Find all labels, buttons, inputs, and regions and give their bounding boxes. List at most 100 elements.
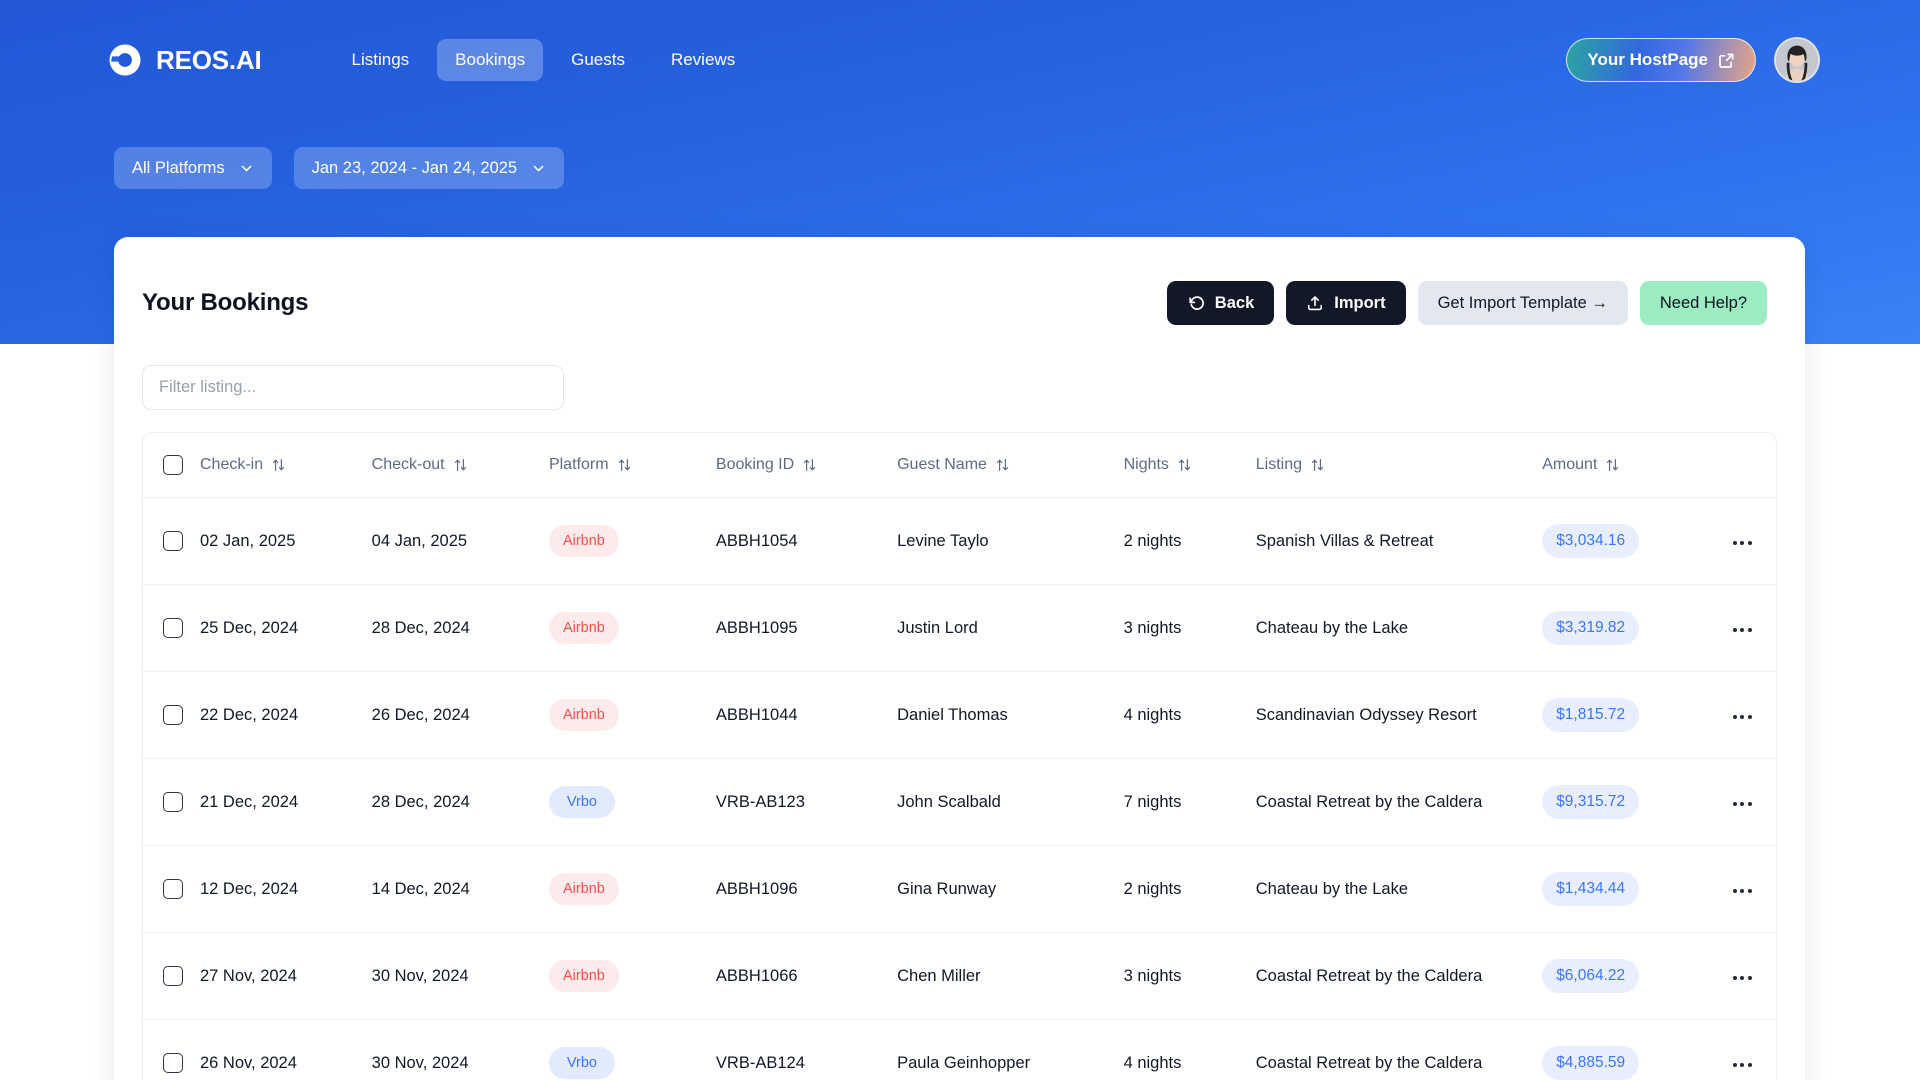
row-more-options-icon[interactable] bbox=[1727, 883, 1758, 899]
th-check-out[interactable]: Check-out bbox=[371, 433, 549, 498]
row-checkbox[interactable] bbox=[163, 618, 183, 638]
import-button-label: Import bbox=[1334, 293, 1386, 312]
th-row-actions bbox=[1708, 433, 1776, 498]
import-button[interactable]: Import bbox=[1286, 281, 1406, 325]
platform-badge: Airbnb bbox=[548, 873, 619, 905]
td-nights: 2 nights bbox=[1123, 846, 1256, 933]
table-body: 02 Jan, 2025 04 Jan, 2025 Airbnb ABBH1054 Le… bbox=[143, 498, 1776, 1080]
td-booking-id: ABBH1095 bbox=[715, 585, 898, 672]
td-amount: $6,064.22 bbox=[1542, 933, 1709, 1020]
td-platform: Airbnb bbox=[548, 846, 716, 933]
td-listing: Coastal Retreat by the Caldera bbox=[1255, 933, 1543, 1020]
back-button[interactable]: Back bbox=[1166, 281, 1275, 325]
td-platform: Vrbo bbox=[548, 759, 716, 846]
row-more-options-icon[interactable] bbox=[1727, 1057, 1758, 1073]
row-more-options-icon[interactable] bbox=[1727, 970, 1758, 986]
td-row-actions bbox=[1708, 672, 1776, 759]
date-range-filter-dropdown[interactable]: Jan 23, 2024 - Jan 24, 2025 bbox=[293, 147, 565, 189]
platform-filter-dropdown[interactable]: All Platforms bbox=[114, 147, 272, 189]
th-platform-label: Platform bbox=[548, 456, 609, 473]
reos-ring-logo-icon bbox=[108, 43, 142, 77]
brand-logo[interactable]: REOS.AI bbox=[108, 43, 262, 77]
td-row-select bbox=[143, 1020, 200, 1080]
platform-badge: Airbnb bbox=[548, 699, 619, 731]
nav-item-bookings[interactable]: Bookings bbox=[437, 39, 544, 81]
th-nights[interactable]: Nights bbox=[1123, 433, 1256, 498]
user-avatar[interactable] bbox=[1774, 37, 1820, 83]
app-root: REOS.AI Listings Bookings Guests Reviews… bbox=[0, 0, 1920, 1080]
th-booking-id[interactable]: Booking ID bbox=[715, 433, 898, 498]
date-range-filter-label: Jan 23, 2024 - Jan 24, 2025 bbox=[311, 158, 518, 177]
nav-item-reviews[interactable]: Reviews bbox=[653, 39, 753, 81]
td-check-out: 30 Nov, 2024 bbox=[372, 1020, 549, 1080]
row-checkbox[interactable] bbox=[163, 792, 183, 812]
td-check-in: 21 Dec, 2024 bbox=[199, 759, 372, 846]
td-guest-name: Chen Miller bbox=[897, 933, 1124, 1020]
row-more-options-icon[interactable] bbox=[1727, 796, 1758, 812]
td-listing: Coastal Retreat by the Caldera bbox=[1255, 759, 1543, 846]
table-row[interactable]: 25 Dec, 2024 28 Dec, 2024 Airbnb ABBH1095 Ju… bbox=[143, 585, 1776, 672]
table-row[interactable]: 27 Nov, 2024 30 Nov, 2024 Airbnb ABBH1066 Ch… bbox=[143, 933, 1776, 1020]
th-nights-label: Nights bbox=[1123, 456, 1169, 473]
td-listing: Scandinavian Odyssey Resort bbox=[1255, 672, 1543, 759]
th-guest-name[interactable]: Guest Name bbox=[897, 433, 1124, 498]
get-import-template-button[interactable]: Get Import Template → bbox=[1417, 281, 1628, 325]
chevron-down-icon bbox=[531, 161, 546, 176]
amount-chip: $1,434.44 bbox=[1542, 872, 1640, 906]
row-checkbox[interactable] bbox=[163, 966, 183, 986]
td-guest-name: Levine Taylo bbox=[897, 498, 1124, 585]
row-more-options-icon[interactable] bbox=[1727, 535, 1758, 551]
amount-chip: $3,034.16 bbox=[1542, 524, 1640, 558]
row-checkbox[interactable] bbox=[163, 1053, 183, 1073]
platform-badge: Vrbo bbox=[548, 786, 615, 818]
th-check-out-label: Check-out bbox=[371, 456, 445, 473]
platform-badge: Vrbo bbox=[548, 1047, 615, 1079]
table-row[interactable]: 22 Dec, 2024 26 Dec, 2024 Airbnb ABBH1044 Da… bbox=[143, 672, 1776, 759]
td-listing: Spanish Villas & Retreat bbox=[1255, 498, 1543, 585]
hero-filter-bar: All Platforms Jan 23, 2024 - Jan 24, 202… bbox=[114, 147, 565, 189]
td-row-select bbox=[143, 759, 200, 846]
td-amount: $4,885.59 bbox=[1542, 1020, 1708, 1080]
row-more-options-icon[interactable] bbox=[1727, 709, 1758, 725]
platform-badge: Airbnb bbox=[548, 960, 619, 992]
td-check-in: 22 Dec, 2024 bbox=[199, 672, 372, 759]
need-help-button[interactable]: Need Help? bbox=[1639, 281, 1767, 325]
row-checkbox[interactable] bbox=[163, 879, 183, 899]
th-select-all bbox=[143, 433, 200, 498]
th-amount[interactable]: Amount bbox=[1542, 433, 1709, 498]
td-booking-id: VRB-AB124 bbox=[716, 1020, 897, 1080]
th-listing-label: Listing bbox=[1255, 456, 1302, 473]
amount-chip: $4,885.59 bbox=[1542, 1046, 1640, 1080]
th-listing[interactable]: Listing bbox=[1255, 433, 1543, 498]
external-link-icon bbox=[1718, 52, 1735, 69]
th-platform[interactable]: Platform bbox=[548, 433, 716, 498]
table-row[interactable]: 02 Jan, 2025 04 Jan, 2025 Airbnb ABBH1054 Le… bbox=[143, 498, 1776, 585]
table-head: Check-in Check-out Platform Booking ID G… bbox=[143, 433, 1776, 498]
card-header: Your Bookings Back Import Get Import Tem… bbox=[114, 237, 1805, 325]
nav-item-listings[interactable]: Listings bbox=[334, 39, 428, 81]
sort-icon bbox=[803, 458, 816, 472]
filter-listing-input[interactable] bbox=[142, 365, 564, 410]
select-all-checkbox[interactable] bbox=[163, 455, 183, 475]
sort-icon bbox=[996, 458, 1009, 472]
table-header-row: Check-in Check-out Platform Booking ID G… bbox=[143, 433, 1776, 498]
td-check-out: 26 Dec, 2024 bbox=[371, 672, 549, 759]
th-check-in[interactable]: Check-in bbox=[199, 433, 372, 498]
table-row[interactable]: 21 Dec, 2024 28 Dec, 2024 Vrbo VRB-AB123 Joh… bbox=[143, 759, 1776, 846]
nav-item-guests[interactable]: Guests bbox=[553, 39, 643, 81]
row-checkbox[interactable] bbox=[163, 531, 183, 551]
row-checkbox[interactable] bbox=[163, 705, 183, 725]
table-row[interactable]: 12 Dec, 2024 14 Dec, 2024 Airbnb ABBH1096 Gi… bbox=[143, 846, 1776, 933]
td-nights: 7 nights bbox=[1123, 759, 1256, 846]
td-nights: 3 nights bbox=[1123, 585, 1256, 672]
td-check-out: 14 Dec, 2024 bbox=[371, 846, 549, 933]
row-more-options-icon[interactable] bbox=[1727, 622, 1758, 638]
td-check-out: 30 Nov, 2024 bbox=[371, 933, 549, 1020]
td-platform: Airbnb bbox=[548, 672, 716, 759]
td-row-actions bbox=[1708, 498, 1776, 585]
upload-icon bbox=[1306, 294, 1324, 312]
card-action-buttons: Back Import Get Import Template → Need H… bbox=[1166, 281, 1767, 325]
td-guest-name: Daniel Thomas bbox=[897, 672, 1124, 759]
table-row[interactable]: 26 Nov, 2024 30 Nov, 2024 Vrbo VRB-AB124 Pau… bbox=[143, 1020, 1776, 1080]
your-hostpage-button[interactable]: Your HostPage bbox=[1566, 38, 1756, 82]
